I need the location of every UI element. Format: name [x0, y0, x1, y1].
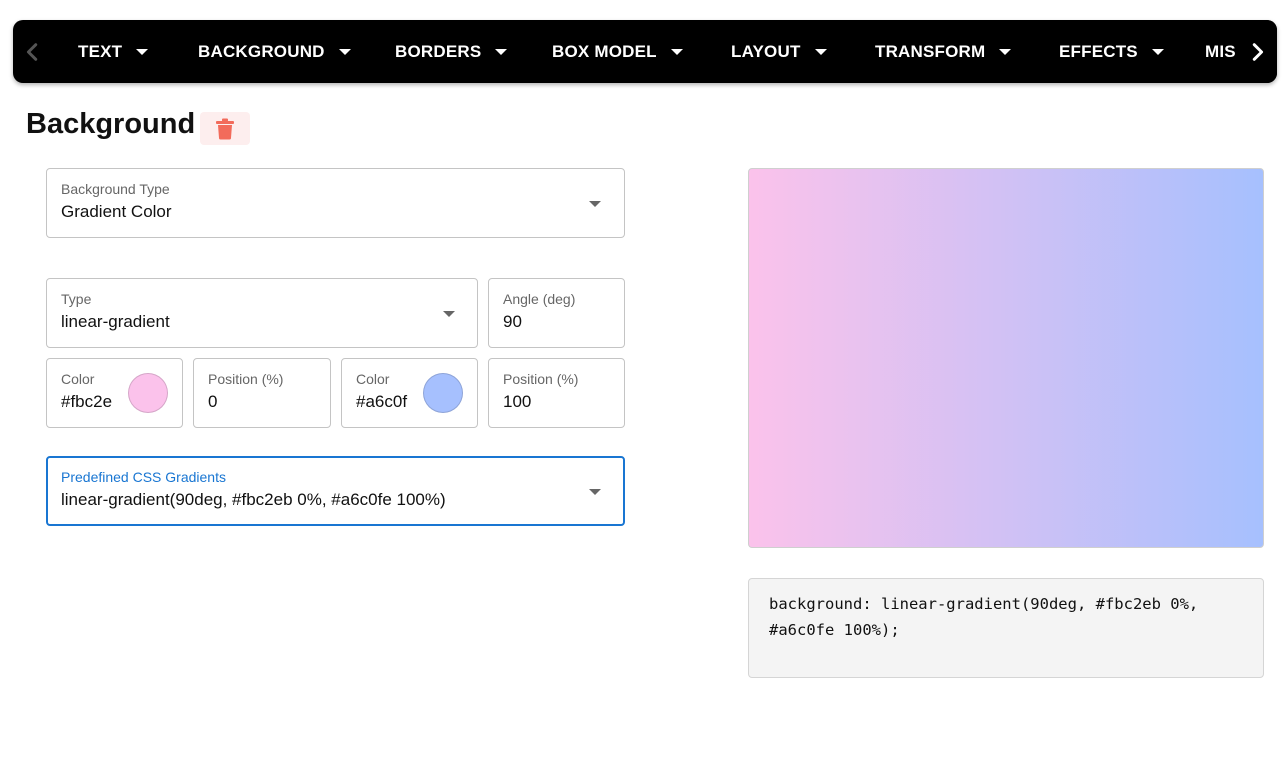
tab-label: BACKGROUND — [198, 41, 325, 61]
field-label: Type — [61, 291, 92, 307]
style-category-navbar: TEXT BACKGROUND BORDERS BOX MODEL LAYOUT… — [13, 20, 1277, 83]
css-output: background: linear-gradient(90deg, #fbc2… — [748, 578, 1264, 678]
field-value: 100 — [503, 392, 532, 411]
tab-label: MIS — [1205, 41, 1236, 61]
chevron-right-icon — [1252, 42, 1264, 61]
tab-transform[interactable]: TRANSFORM — [875, 20, 1059, 83]
field-value: #fbc2e — [61, 392, 113, 411]
field-value: linear-gradient(90deg, #fbc2eb 0%, #a6c0… — [61, 490, 446, 509]
stop1-color-input[interactable]: Color #fbc2e — [46, 358, 183, 428]
css-output-line: background: linear-gradient(90deg, #fbc2… — [769, 595, 1199, 613]
tab-background[interactable]: BACKGROUND — [198, 20, 395, 83]
delete-button[interactable] — [200, 112, 250, 145]
caret-down-icon — [589, 489, 601, 495]
field-value: #a6c0f — [356, 392, 408, 411]
caret-down-icon — [495, 48, 508, 55]
field-value: linear-gradient — [61, 312, 170, 331]
stop2-position-input[interactable]: Position (%) 100 — [488, 358, 625, 428]
tab-text[interactable]: TEXT — [78, 20, 198, 83]
caret-down-icon — [443, 311, 455, 317]
tab-label: LAYOUT — [731, 41, 801, 61]
stop1-position-input[interactable]: Position (%) 0 — [193, 358, 331, 428]
field-value: 0 — [208, 392, 218, 411]
tab-label: BORDERS — [395, 41, 482, 61]
field-label: Color — [356, 371, 390, 387]
field-label: Predefined CSS Gradients — [61, 469, 226, 485]
field-value: Gradient Color — [61, 202, 172, 221]
predefined-gradients-select[interactable]: Predefined CSS Gradients linear-gradient… — [46, 456, 625, 526]
gradient-preview — [748, 168, 1264, 548]
caret-down-icon — [136, 48, 149, 55]
tab-misc[interactable]: MIS — [1205, 20, 1236, 83]
stop2-color-input[interactable]: Color #a6c0f — [341, 358, 478, 428]
caret-down-icon — [814, 48, 827, 55]
stop2-color-swatch[interactable] — [423, 373, 463, 413]
css-output-line: #a6c0fe 100%); — [769, 621, 900, 639]
scroll-right-button[interactable] — [1237, 20, 1277, 83]
tab-box-model[interactable]: BOX MODEL — [552, 20, 731, 83]
angle-input[interactable]: Angle (deg) 90 — [488, 278, 625, 348]
tab-label: TRANSFORM — [875, 41, 986, 61]
tab-effects[interactable]: EFFECTS — [1059, 20, 1205, 83]
background-type-select[interactable]: Background Type Gradient Color — [46, 168, 625, 238]
field-label: Background Type — [61, 181, 170, 197]
tab-label: EFFECTS — [1059, 41, 1138, 61]
tab-borders[interactable]: BORDERS — [395, 20, 552, 83]
trash-icon — [216, 118, 234, 139]
field-value: 90 — [503, 312, 522, 331]
scroll-left-button[interactable] — [13, 20, 53, 83]
caret-down-icon — [589, 201, 601, 207]
caret-down-icon — [670, 48, 683, 55]
tab-label: BOX MODEL — [552, 41, 657, 61]
gradient-type-select[interactable]: Type linear-gradient — [46, 278, 478, 348]
caret-down-icon — [1151, 48, 1164, 55]
stop1-color-swatch[interactable] — [128, 373, 168, 413]
caret-down-icon — [999, 48, 1012, 55]
tab-label: TEXT — [78, 41, 123, 61]
tab-layout[interactable]: LAYOUT — [731, 20, 875, 83]
caret-down-icon — [338, 48, 351, 55]
nav-tabs: TEXT BACKGROUND BORDERS BOX MODEL LAYOUT… — [78, 20, 1237, 83]
field-label: Position (%) — [208, 371, 284, 387]
field-label: Position (%) — [503, 371, 579, 387]
chevron-left-icon — [26, 42, 38, 61]
field-label: Angle (deg) — [503, 291, 576, 307]
section-title: Background — [26, 108, 196, 140]
field-label: Color — [61, 371, 95, 387]
